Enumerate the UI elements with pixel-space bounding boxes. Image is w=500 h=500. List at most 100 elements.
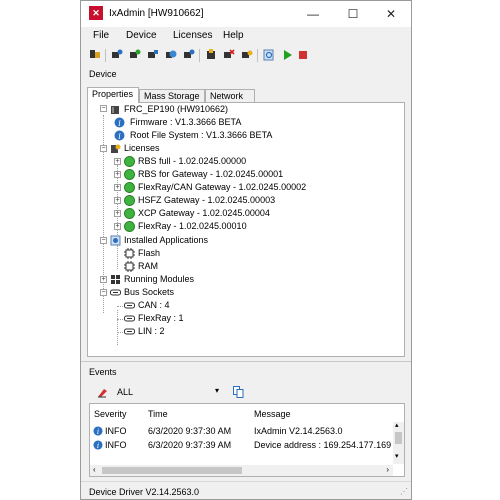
delete-license-icon[interactable]: [223, 49, 235, 61]
expand-toggle[interactable]: +: [114, 210, 121, 217]
applications-icon: [110, 235, 121, 246]
event-time: 6/3/2020 9:37:30 AM: [148, 426, 232, 436]
main-window: ✕ IxAdmin [HW910662] — ☐ ✕ File Device L…: [80, 0, 412, 500]
tree-group-licenses[interactable]: Licenses: [124, 142, 160, 155]
expand-toggle[interactable]: +: [114, 197, 121, 204]
event-filter-value[interactable]: ALL: [117, 387, 133, 397]
event-filter: ALL ▾: [89, 383, 244, 401]
horizontal-scrollbar[interactable]: ‹ ›: [90, 465, 393, 476]
tree-line: [117, 319, 123, 320]
tree-line: [117, 332, 123, 333]
scroll-down-icon[interactable]: ▾: [395, 452, 399, 460]
tree-line: [117, 306, 123, 307]
socket-item-lin[interactable]: LIN : 2: [138, 325, 165, 338]
check-icon: [124, 195, 135, 206]
expand-toggle[interactable]: +: [114, 158, 121, 165]
copy-icon[interactable]: [233, 386, 244, 398]
tab-mass-storage[interactable]: Mass Storage: [139, 89, 205, 102]
device-icon[interactable]: [111, 49, 123, 61]
close-button[interactable]: ✕: [371, 1, 411, 27]
minimize-button[interactable]: —: [293, 1, 333, 27]
socket-item-can[interactable]: CAN : 4: [138, 299, 170, 312]
collapse-toggle[interactable]: −: [100, 237, 107, 244]
memory-chip-icon: [124, 248, 135, 259]
events-section-label: Events: [89, 367, 117, 377]
properties-tree[interactable]: − FRC_EP190 (HW910662) i Firmware : V1.3…: [87, 102, 405, 357]
device-power-icon[interactable]: [183, 49, 195, 61]
modules-icon: [111, 275, 120, 284]
scroll-up-icon[interactable]: ▴: [395, 421, 399, 429]
info-icon: i: [93, 440, 103, 450]
scroll-left-icon[interactable]: ‹: [93, 465, 96, 474]
menu-help[interactable]: Help: [223, 30, 244, 41]
tab-network[interactable]: Network: [205, 89, 255, 102]
license-item[interactable]: RBS for Gateway - 1.02.0245.00001: [138, 168, 283, 181]
event-severity: INFO: [105, 440, 127, 450]
app-item-ram[interactable]: RAM: [138, 260, 158, 273]
collapse-toggle[interactable]: −: [100, 289, 107, 296]
tree-line: [117, 245, 118, 269]
expand-toggle[interactable]: +: [114, 171, 121, 178]
svg-text:i: i: [118, 119, 121, 128]
toolbar-separator: [199, 49, 200, 62]
tree-group-running-modules[interactable]: Running Modules: [124, 273, 194, 286]
tree-item-firmware[interactable]: Firmware : V1.3.3666 BETA: [130, 116, 241, 129]
scroll-right-icon[interactable]: ›: [386, 465, 389, 474]
menu-bar: File Device Licenses Help: [81, 27, 411, 45]
tree-line: [117, 310, 118, 345]
collapse-toggle[interactable]: −: [100, 145, 107, 152]
window-title: IxAdmin [HW910662]: [109, 8, 204, 19]
column-header-severity[interactable]: Severity: [94, 409, 127, 419]
tree-item-root-file-system[interactable]: Root File System : V1.3.3666 BETA: [130, 129, 272, 142]
tree-root-device[interactable]: FRC_EP190 (HW910662): [124, 103, 228, 116]
tree-group-bus-sockets[interactable]: Bus Sockets: [124, 286, 174, 299]
device-panel: Properties Mass Storage Network − FRC_EP…: [87, 87, 405, 357]
stop-icon[interactable]: [297, 49, 309, 61]
license-item[interactable]: HSFZ Gateway - 1.02.0245.00003: [138, 194, 275, 207]
event-message: Device address : 169.254.177.169: [254, 440, 392, 450]
app-item-flash[interactable]: Flash: [138, 247, 160, 260]
menu-device[interactable]: Device: [126, 30, 157, 41]
panel-splitter[interactable]: [81, 361, 411, 364]
expand-toggle[interactable]: +: [100, 276, 107, 283]
socket-item-flexray[interactable]: FlexRay : 1: [138, 312, 184, 325]
play-icon[interactable]: [281, 49, 293, 61]
collapse-toggle[interactable]: −: [100, 105, 107, 112]
scrollbar-thumb[interactable]: [102, 467, 242, 474]
license-item[interactable]: XCP Gateway - 1.02.0245.00004: [138, 207, 270, 220]
license-icon: [111, 144, 121, 153]
column-header-time[interactable]: Time: [148, 409, 168, 419]
globe-icon[interactable]: [165, 49, 177, 61]
tree-group-installed-applications[interactable]: Installed Applications: [124, 234, 208, 247]
app-logo-icon: ✕: [89, 6, 103, 20]
menu-licenses[interactable]: Licenses: [173, 30, 212, 41]
device-section-label: Device: [89, 69, 117, 79]
connect-icon[interactable]: [89, 49, 101, 61]
menu-file[interactable]: File: [93, 30, 109, 41]
scrollbar-thumb[interactable]: [395, 432, 402, 444]
device-add-icon[interactable]: [147, 49, 159, 61]
maximize-button[interactable]: ☐: [333, 1, 373, 27]
license-item[interactable]: FlexRay/CAN Gateway - 1.02.0245.00002: [138, 181, 306, 194]
resize-grip-icon[interactable]: ⋰: [400, 487, 408, 496]
license-key-icon[interactable]: [241, 49, 253, 61]
info-icon: i: [114, 117, 125, 128]
license-item[interactable]: RBS full - 1.02.0245.00000: [138, 155, 246, 168]
bus-socket-icon: [124, 315, 135, 322]
flash-icon[interactable]: [205, 49, 217, 61]
check-icon: [124, 182, 135, 193]
memory-chip-icon: [124, 261, 135, 272]
events-table[interactable]: Severity Time Message i INFO 6/3/2020 9:…: [89, 403, 405, 477]
license-item[interactable]: FlexRay - 1.02.0245.00010: [138, 220, 247, 233]
status-text: Device Driver V2.14.2563.0: [89, 487, 200, 497]
expand-toggle[interactable]: +: [114, 223, 121, 230]
column-header-message[interactable]: Message: [254, 409, 291, 419]
device-refresh-icon[interactable]: [129, 49, 141, 61]
expand-toggle[interactable]: +: [114, 184, 121, 191]
title-bar: ✕ IxAdmin [HW910662] — ☐ ✕: [81, 1, 411, 27]
reboot-icon[interactable]: [263, 49, 275, 61]
vertical-scrollbar[interactable]: ▴ ▾: [393, 422, 404, 464]
chevron-down-icon[interactable]: ▾: [215, 386, 219, 395]
tab-properties[interactable]: Properties: [87, 87, 139, 103]
eraser-icon[interactable]: [97, 387, 108, 398]
